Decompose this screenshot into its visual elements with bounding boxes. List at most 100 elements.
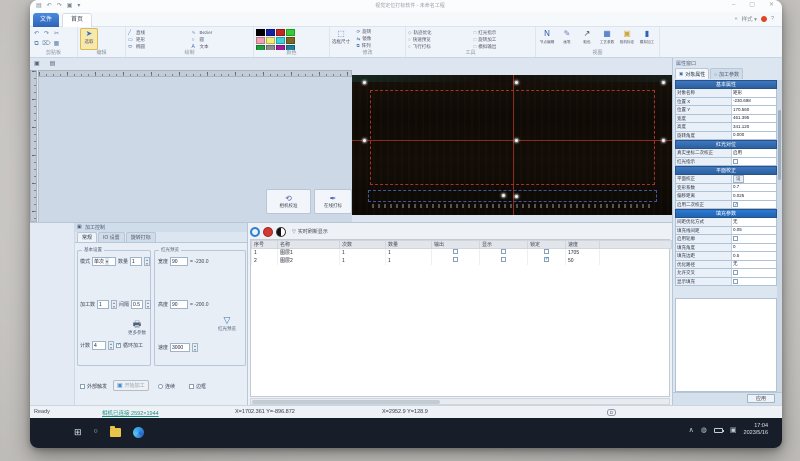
property-row[interactable]: 对象名称 矩形: [675, 89, 777, 98]
start-button[interactable]: ▣ 开始加工: [113, 380, 149, 391]
property-value[interactable]: 0.000: [732, 132, 776, 140]
property-row[interactable]: 偏移距离 0.025: [675, 192, 777, 201]
property-value[interactable]: 启用: [732, 149, 776, 157]
property-row[interactable]: 间距优化方式 无: [675, 218, 777, 227]
property-row[interactable]: 平面校正 设: [675, 175, 777, 184]
layer-table[interactable]: 序号名称次数数量输出显示锁定速度1图层11117052图层21150: [250, 239, 670, 397]
clipboard-icon-2[interactable]: ✂: [52, 30, 61, 39]
view-tool-5[interactable]: ▮ 模拟加工: [638, 29, 656, 45]
app-taskbar-icon[interactable]: [133, 427, 144, 438]
draw-tool-2[interactable]: ▭ 矩形: [128, 36, 188, 43]
row-checkbox[interactable]: [544, 257, 549, 262]
volume-icon[interactable]: ▣: [730, 426, 737, 434]
status-camera-info[interactable]: 相机已连接 2592×1944: [102, 409, 159, 417]
row-checkbox[interactable]: [501, 249, 506, 254]
color-swatch[interactable]: [286, 37, 295, 44]
speed-stepper[interactable]: ▲▼: [192, 343, 198, 352]
view-tool-4[interactable]: ▣ 相机标定: [618, 29, 636, 45]
table-column-header[interactable]: 序号: [252, 241, 278, 249]
network-icon[interactable]: ◍: [701, 426, 707, 434]
loop-checkbox[interactable]: [116, 343, 121, 348]
battery-icon[interactable]: [714, 428, 723, 433]
draw-tool-1[interactable]: ∿ Bezier: [192, 29, 252, 36]
property-section-header[interactable]: 填充参数: [675, 209, 777, 218]
color-swatch[interactable]: [256, 37, 265, 44]
property-row[interactable]: 填充角度 0: [675, 244, 777, 253]
counter-stepper[interactable]: ▲▼: [108, 341, 114, 350]
property-row[interactable]: 真实坐标二次校正 启用: [675, 149, 777, 158]
maximize-icon[interactable]: ▢: [749, 1, 755, 10]
taskbar-clock[interactable]: 17:04 2023/5/16: [744, 423, 768, 437]
color-swatch[interactable]: [286, 29, 295, 36]
property-row[interactable]: 填充边距 0.5: [675, 252, 777, 261]
table-column-header[interactable]: 次数: [340, 241, 386, 249]
tab-home[interactable]: 首页: [62, 13, 92, 27]
table-column-header[interactable]: 速度: [566, 241, 600, 249]
panel-pin-icon[interactable]: ▣: [77, 224, 82, 230]
file-explorer-icon[interactable]: [110, 428, 121, 437]
app-menu-button[interactable]: 文件: [33, 13, 59, 27]
property-value[interactable]: 无: [732, 218, 776, 226]
selection-handle[interactable]: [514, 194, 519, 199]
property-row[interactable]: 宽度 461.395: [675, 115, 777, 124]
border-checkbox[interactable]: [189, 384, 194, 389]
calib-button-0[interactable]: ⟲ 相机校准: [266, 189, 311, 214]
row-checkbox[interactable]: [453, 249, 458, 254]
selection-rectangle[interactable]: [370, 90, 655, 185]
property-value[interactable]: 461.395: [732, 115, 776, 123]
start-button-icon[interactable]: ⊞: [74, 425, 82, 439]
modify-item-2[interactable]: 阵列: [362, 43, 371, 49]
property-checkbox[interactable]: [733, 270, 738, 275]
property-value[interactable]: [732, 278, 776, 286]
property-value[interactable]: 170.560: [732, 106, 776, 114]
close-icon[interactable]: ✕: [769, 1, 774, 10]
property-row[interactable]: 优化路径 无: [675, 261, 777, 270]
ribbon-collapse-icon[interactable]: «: [735, 16, 738, 22]
property-value[interactable]: [732, 235, 776, 243]
property-value[interactable]: 矩形: [732, 89, 776, 97]
start-mark-icon[interactable]: [250, 227, 260, 237]
property-value[interactable]: 无: [732, 261, 776, 269]
marquee-size-button[interactable]: ⬚ 选框尺寸: [332, 28, 350, 50]
property-row[interactable]: 启用二次校正: [675, 201, 777, 210]
counter-input[interactable]: 4: [92, 341, 106, 350]
qat-icon-2[interactable]: ↷: [57, 2, 62, 10]
continuous-radio[interactable]: [158, 384, 163, 389]
help-button[interactable]: ?: [771, 16, 774, 22]
property-value[interactable]: [732, 201, 776, 209]
row-checkbox[interactable]: [501, 257, 506, 262]
view-tool-3[interactable]: ▦ 工艺参数: [598, 29, 616, 45]
params-tab-1[interactable]: IO 设置: [98, 232, 125, 242]
table-column-header[interactable]: 名称: [278, 241, 340, 249]
property-row[interactable]: 填充线间距 0.05: [675, 227, 777, 236]
table-hscrollbar[interactable]: [250, 398, 670, 405]
times-input[interactable]: 1: [97, 300, 109, 309]
property-value[interactable]: 0.05: [732, 227, 776, 235]
gap-stepper[interactable]: ▲▼: [145, 300, 151, 309]
search-icon[interactable]: ○: [94, 425, 98, 439]
properties-tab-0[interactable]: ▣ 对象属性: [675, 68, 709, 79]
tray-chevron-icon[interactable]: ∧: [689, 426, 694, 434]
color-swatch[interactable]: [276, 29, 285, 36]
property-button[interactable]: 设: [733, 175, 744, 183]
refresh-label[interactable]: 实时刷新显示: [298, 228, 328, 235]
height-input[interactable]: 90: [170, 300, 188, 309]
table-column-header[interactable]: 显示: [480, 241, 528, 249]
invert-icon[interactable]: [276, 227, 286, 237]
property-section-header[interactable]: 基本属性: [675, 80, 777, 89]
row-checkbox[interactable]: [453, 257, 458, 262]
property-section-header[interactable]: 平面校正: [675, 166, 777, 175]
property-row[interactable]: 位置 Y 170.560: [675, 106, 777, 115]
property-value[interactable]: 设: [732, 175, 776, 183]
clipboard-icon-4[interactable]: ⌦: [42, 40, 51, 49]
property-row[interactable]: 红光指示: [675, 158, 777, 167]
selection-handle[interactable]: [514, 80, 519, 85]
modify-item-0[interactable]: 旋转: [362, 29, 371, 35]
canvas-grid-toggle-icon[interactable]: ▣: [34, 60, 40, 67]
row-checkbox[interactable]: [544, 249, 549, 254]
table-column-header[interactable]: 输出: [432, 241, 480, 249]
property-value[interactable]: 341.120: [732, 123, 776, 131]
property-row[interactable]: 显示填充: [675, 278, 777, 287]
draw-tool-0[interactable]: ╱ 直线: [128, 29, 188, 36]
params-tab-2[interactable]: 旋转打标: [126, 232, 156, 242]
